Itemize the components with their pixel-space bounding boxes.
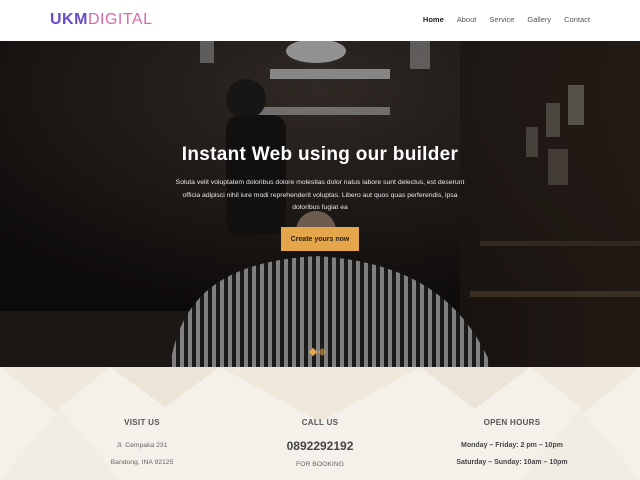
slider-indicators <box>308 347 327 357</box>
call-us-heading: CALL US <box>301 418 339 427</box>
open-hours-heading: OPEN HOURS <box>483 418 541 427</box>
booking-note: FOR BOOKING <box>296 461 344 468</box>
slider-dot-active[interactable] <box>308 347 318 357</box>
open-hours-column: OPEN HOURS Monday – Friday: 2 pm – 10pm … <box>430 417 594 471</box>
hero-title: Instant Web using our builder <box>181 144 459 165</box>
hours-weekend: Saturday – Sunday: 10am – 10pm <box>456 459 568 466</box>
info-section: VISIT US Jl. Cempaka 231 Bandung, INA 92… <box>0 367 640 480</box>
navbar: UKMDIGITAL Home About Service Gallery Co… <box>0 0 640 41</box>
visit-us-column: VISIT US Jl. Cempaka 231 Bandung, INA 92… <box>80 417 204 471</box>
brand-logo[interactable]: UKMDIGITAL <box>50 10 152 30</box>
brand-logo-part2: DIGITAL <box>87 11 153 28</box>
hours-weekday: Monday – Friday: 2 pm – 10pm <box>461 442 563 449</box>
slider-dot[interactable] <box>317 347 327 357</box>
nav-item-contact[interactable]: Contact <box>564 14 590 26</box>
nav-item-about[interactable]: About <box>457 14 477 26</box>
nav-menu: Home About Service Gallery Contact <box>423 14 590 26</box>
visit-us-heading: VISIT US <box>124 418 160 427</box>
call-us-column: CALL US 0892292192 FOR BOOKING <box>260 417 380 471</box>
nav-item-gallery[interactable]: Gallery <box>527 14 551 26</box>
create-yours-now-button[interactable]: Create yours now <box>281 227 359 251</box>
phone-number[interactable]: 0892292192 <box>260 437 380 455</box>
hero-description: Soluta velit voluptatem doloribus dolore… <box>175 179 465 211</box>
nav-item-home[interactable]: Home <box>423 14 444 26</box>
address-line-1: Jl. Cempaka 231 <box>116 442 168 449</box>
brand-logo-part1: UKM <box>50 11 88 28</box>
address-line-2: Bandung, INA 92125 <box>110 459 174 466</box>
nav-item-service[interactable]: Service <box>489 14 514 26</box>
hero-section: Instant Web using our builder Soluta vel… <box>0 41 640 367</box>
